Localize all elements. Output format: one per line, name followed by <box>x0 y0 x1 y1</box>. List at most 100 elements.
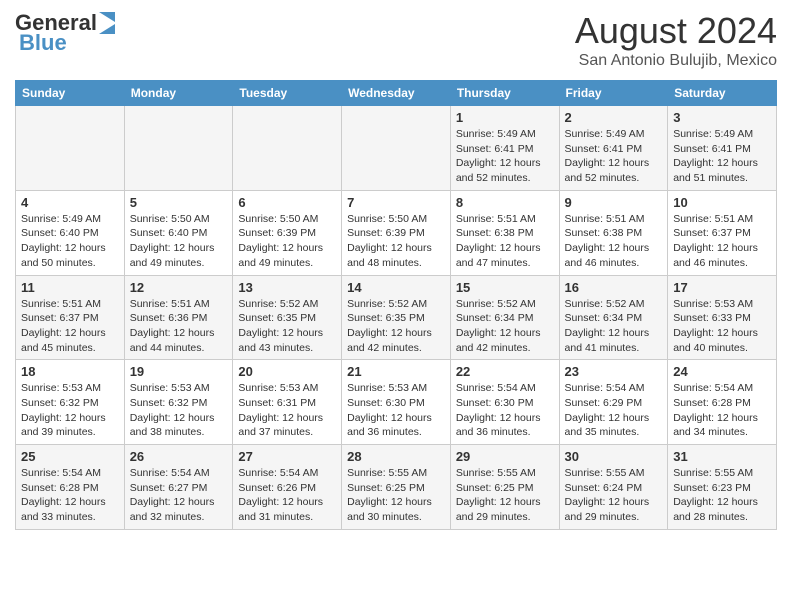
calendar-cell: 5 Sunrise: 5:50 AM Sunset: 6:40 PM Daylig… <box>124 190 233 275</box>
day-number: 28 <box>347 449 445 464</box>
calendar-cell <box>342 106 451 191</box>
day-number: 31 <box>673 449 771 464</box>
calendar-cell: 11 Sunrise: 5:51 AM Sunset: 6:37 PM Dayli… <box>16 275 125 360</box>
calendar-cell: 6 Sunrise: 5:50 AM Sunset: 6:39 PM Daylig… <box>233 190 342 275</box>
day-info: Sunrise: 5:52 AM Sunset: 6:34 PM Dayligh… <box>456 297 554 356</box>
calendar-cell: 22Sunrise: 5:54 AM Sunset: 6:30 PM Dayli… <box>450 360 559 445</box>
day-info: Sunrise: 5:54 AM Sunset: 6:29 PM Dayligh… <box>565 381 663 440</box>
day-number: 6 <box>238 195 336 210</box>
calendar-cell: 8 Sunrise: 5:51 AM Sunset: 6:38 PM Daylig… <box>450 190 559 275</box>
calendar-cell: 26 Sunrise: 5:54 AM Sunset: 6:27 PM Dayli… <box>124 445 233 530</box>
day-info: Sunrise: 5:50 AM Sunset: 6:39 PM Dayligh… <box>238 212 336 271</box>
day-number: 10 <box>673 195 771 210</box>
day-info: Sunrise: 5:53 AM Sunset: 6:32 PM Dayligh… <box>130 381 228 440</box>
day-number: 29 <box>456 449 554 464</box>
header-friday: Friday <box>559 81 668 106</box>
day-number: 12 <box>130 280 228 295</box>
page-container: General Blue August 2024 San Antonio Bul… <box>0 0 792 540</box>
calendar-cell <box>233 106 342 191</box>
day-number: 21 <box>347 364 445 379</box>
day-number: 27 <box>238 449 336 464</box>
day-number: 19 <box>130 364 228 379</box>
calendar-cell: 28Sunrise: 5:55 AM Sunset: 6:25 PM Dayli… <box>342 445 451 530</box>
logo-arrow-top <box>99 12 115 22</box>
calendar-cell <box>124 106 233 191</box>
header-thursday: Thursday <box>450 81 559 106</box>
day-info: Sunrise: 5:54 AM Sunset: 6:26 PM Dayligh… <box>238 466 336 525</box>
day-number: 14 <box>347 280 445 295</box>
day-number: 15 <box>456 280 554 295</box>
day-number: 25 <box>21 449 119 464</box>
calendar-cell: 9 Sunrise: 5:51 AM Sunset: 6:38 PM Daylig… <box>559 190 668 275</box>
calendar-title: August 2024 <box>575 10 777 52</box>
day-number: 8 <box>456 195 554 210</box>
day-info: Sunrise: 5:52 AM Sunset: 6:34 PM Dayligh… <box>565 297 663 356</box>
calendar-cell: 25 Sunrise: 5:54 AM Sunset: 6:28 PM Dayli… <box>16 445 125 530</box>
day-info: Sunrise: 5:51 AM Sunset: 6:37 PM Dayligh… <box>673 212 771 271</box>
day-info: Sunrise: 5:53 AM Sunset: 6:31 PM Dayligh… <box>238 381 336 440</box>
day-number: 18 <box>21 364 119 379</box>
day-info: Sunrise: 5:54 AM Sunset: 6:28 PM Dayligh… <box>673 381 771 440</box>
calendar-cell: 29 Sunrise: 5:55 AM Sunset: 6:25 PM Dayli… <box>450 445 559 530</box>
day-info: Sunrise: 5:54 AM Sunset: 6:28 PM Dayligh… <box>21 466 119 525</box>
day-info: Sunrise: 5:51 AM Sunset: 6:37 PM Dayligh… <box>21 297 119 356</box>
day-number: 22 <box>456 364 554 379</box>
day-info: Sunrise: 5:53 AM Sunset: 6:33 PM Dayligh… <box>673 297 771 356</box>
day-info: Sunrise: 5:52 AM Sunset: 6:35 PM Dayligh… <box>238 297 336 356</box>
day-info: Sunrise: 5:54 AM Sunset: 6:27 PM Dayligh… <box>130 466 228 525</box>
calendar-cell: 20 Sunrise: 5:53 AM Sunset: 6:31 PM Dayli… <box>233 360 342 445</box>
day-number: 24 <box>673 364 771 379</box>
day-info: Sunrise: 5:51 AM Sunset: 6:38 PM Dayligh… <box>456 212 554 271</box>
calendar-cell: 27 Sunrise: 5:54 AM Sunset: 6:26 PM Dayli… <box>233 445 342 530</box>
calendar-cell: 10 Sunrise: 5:51 AM Sunset: 6:37 PM Dayli… <box>668 190 777 275</box>
calendar-cell: 14Sunrise: 5:52 AM Sunset: 6:35 PM Dayli… <box>342 275 451 360</box>
calendar-cell <box>16 106 125 191</box>
day-number: 9 <box>565 195 663 210</box>
calendar-cell: 15 Sunrise: 5:52 AM Sunset: 6:34 PM Dayli… <box>450 275 559 360</box>
calendar-table: Sunday Monday Tuesday Wednesday Thursday… <box>15 80 777 530</box>
calendar-cell: 19 Sunrise: 5:53 AM Sunset: 6:32 PM Dayli… <box>124 360 233 445</box>
day-info: Sunrise: 5:51 AM Sunset: 6:38 PM Dayligh… <box>565 212 663 271</box>
day-number: 7 <box>347 195 445 210</box>
day-info: Sunrise: 5:49 AM Sunset: 6:41 PM Dayligh… <box>673 127 771 186</box>
calendar-cell: 17 Sunrise: 5:53 AM Sunset: 6:33 PM Dayli… <box>668 275 777 360</box>
day-number: 30 <box>565 449 663 464</box>
calendar-cell: 2 Sunrise: 5:49 AM Sunset: 6:41 PM Daylig… <box>559 106 668 191</box>
day-info: Sunrise: 5:55 AM Sunset: 6:24 PM Dayligh… <box>565 466 663 525</box>
day-info: Sunrise: 5:50 AM Sunset: 6:40 PM Dayligh… <box>130 212 228 271</box>
calendar-week-row: 11 Sunrise: 5:51 AM Sunset: 6:37 PM Dayli… <box>16 275 777 360</box>
day-number: 2 <box>565 110 663 125</box>
day-number: 5 <box>130 195 228 210</box>
calendar-cell: 4Sunrise: 5:49 AM Sunset: 6:40 PM Daylig… <box>16 190 125 275</box>
day-number: 17 <box>673 280 771 295</box>
day-info: Sunrise: 5:50 AM Sunset: 6:39 PM Dayligh… <box>347 212 445 271</box>
calendar-subtitle: San Antonio Bulujib, Mexico <box>575 52 777 70</box>
calendar-cell: 30 Sunrise: 5:55 AM Sunset: 6:24 PM Dayli… <box>559 445 668 530</box>
calendar-cell: 21Sunrise: 5:53 AM Sunset: 6:30 PM Dayli… <box>342 360 451 445</box>
header-monday: Monday <box>124 81 233 106</box>
day-number: 20 <box>238 364 336 379</box>
day-info: Sunrise: 5:53 AM Sunset: 6:32 PM Dayligh… <box>21 381 119 440</box>
calendar-cell: 18 Sunrise: 5:53 AM Sunset: 6:32 PM Dayli… <box>16 360 125 445</box>
header-tuesday: Tuesday <box>233 81 342 106</box>
calendar-cell: 13Sunrise: 5:52 AM Sunset: 6:35 PM Dayli… <box>233 275 342 360</box>
calendar-cell: 7 Sunrise: 5:50 AM Sunset: 6:39 PM Daylig… <box>342 190 451 275</box>
day-info: Sunrise: 5:49 AM Sunset: 6:40 PM Dayligh… <box>21 212 119 271</box>
header-saturday: Saturday <box>668 81 777 106</box>
calendar-week-row: 25 Sunrise: 5:54 AM Sunset: 6:28 PM Dayli… <box>16 445 777 530</box>
calendar-week-row: 1 Sunrise: 5:49 AM Sunset: 6:41 PM Daylig… <box>16 106 777 191</box>
day-info: Sunrise: 5:51 AM Sunset: 6:36 PM Dayligh… <box>130 297 228 356</box>
day-number: 26 <box>130 449 228 464</box>
logo-blue: Blue <box>19 30 67 56</box>
calendar-cell: 3Sunrise: 5:49 AM Sunset: 6:41 PM Daylig… <box>668 106 777 191</box>
day-info: Sunrise: 5:55 AM Sunset: 6:25 PM Dayligh… <box>456 466 554 525</box>
calendar-cell: 1Sunrise: 5:49 AM Sunset: 6:41 PM Daylig… <box>450 106 559 191</box>
header-wednesday: Wednesday <box>342 81 451 106</box>
day-info: Sunrise: 5:49 AM Sunset: 6:41 PM Dayligh… <box>565 127 663 186</box>
calendar-week-row: 18 Sunrise: 5:53 AM Sunset: 6:32 PM Dayli… <box>16 360 777 445</box>
day-number: 1 <box>456 110 554 125</box>
logo-arrow-bottom <box>99 24 115 34</box>
page-header: General Blue August 2024 San Antonio Bul… <box>15 10 777 70</box>
day-number: 11 <box>21 280 119 295</box>
days-header-row: Sunday Monday Tuesday Wednesday Thursday… <box>16 81 777 106</box>
